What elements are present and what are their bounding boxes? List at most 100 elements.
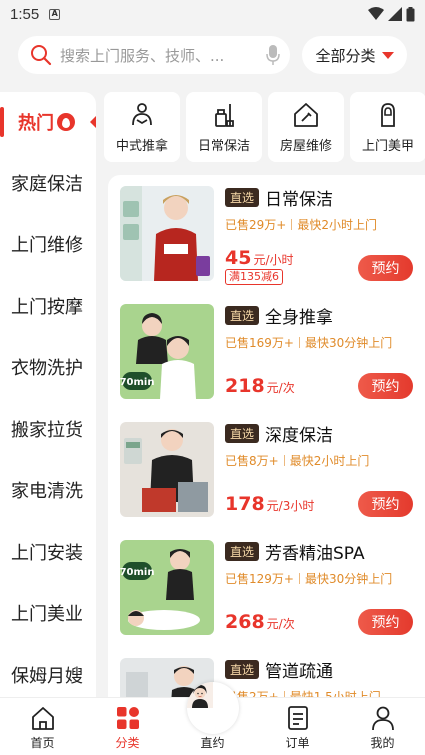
duration-badge: 70min <box>120 377 154 388</box>
service-photo: 70min <box>120 540 214 635</box>
arrival-time: 最快2小时上门 <box>289 454 370 468</box>
category-label: 日常保洁 <box>197 138 250 154</box>
microphone-icon[interactable] <box>266 44 280 66</box>
battery-icon <box>406 6 415 21</box>
category-label: 中式推拿 <box>115 138 168 154</box>
service-photo: 70min <box>120 304 214 399</box>
category-massage[interactable]: 中式推拿 <box>104 92 180 162</box>
sidebar-item-label: 热门 <box>18 113 54 134</box>
service-photo <box>120 186 214 281</box>
cleaning-icon <box>215 103 234 127</box>
price-unit: 元/次 <box>266 381 295 395</box>
sidebar-item-label: 衣物洗护 <box>11 358 83 380</box>
sidebar-item-laundry[interactable]: 衣物洗护 <box>0 337 96 399</box>
sidebar-item-label: 上门维修 <box>11 235 83 257</box>
status-icons <box>368 6 415 22</box>
category-label: 上门美甲 <box>361 138 414 154</box>
all-categories-label: 全部分类 <box>315 46 376 65</box>
category-label: 房屋维修 <box>279 138 332 154</box>
nail-icon <box>381 102 395 127</box>
arrival-time: 最快30分钟上门 <box>304 572 393 586</box>
category-nail[interactable]: 上门美甲 <box>350 92 425 162</box>
tab-orders[interactable]: 订单 <box>255 698 340 755</box>
category-house-repair[interactable]: 房屋维修 <box>268 92 344 162</box>
service-price: 268 <box>225 611 265 633</box>
service-title: 管道疏通 <box>265 662 334 682</box>
sold-count: 已售169万+ <box>225 336 294 350</box>
sidebar-item-moving[interactable]: 搬家拉货 <box>0 398 96 460</box>
service-card[interactable]: 直选 深度保洁 已售8万+ 最快2小时上门 178 元/3小时 预约 <box>108 411 425 529</box>
service-card[interactable]: 直选 日常保洁 已售29万+ 最快2小时上门 45 元/小时 满135减6 预约 <box>108 175 425 293</box>
dropdown-arrow-icon <box>381 51 394 59</box>
category-sidebar: 热门 家庭保洁 上门维修 上门按摩 衣物洗护 搬家拉货 家电清洗 上门安装 上门… <box>0 92 96 697</box>
direct-tag: 直选 <box>225 660 260 679</box>
service-title: 深度保洁 <box>265 426 334 446</box>
arrival-time: 最快30分钟上门 <box>304 336 393 350</box>
direct-tag: 直选 <box>225 424 260 443</box>
book-button[interactable]: 预约 <box>358 373 413 399</box>
tab-label: 首页 <box>30 736 55 750</box>
wifi-icon <box>368 7 384 20</box>
arrival-time: 最快2小时上门 <box>297 218 377 232</box>
direct-tag: 直选 <box>225 188 260 207</box>
tab-direct-booking[interactable]: 直约 <box>170 682 255 755</box>
sidebar-item-label: 搬家拉货 <box>11 419 83 441</box>
massage-icon <box>132 102 152 125</box>
book-button[interactable]: 预约 <box>358 609 413 635</box>
tab-label: 我的 <box>370 736 395 750</box>
price-unit: 元/小时 <box>253 253 294 267</box>
sidebar-item-label: 家电清洗 <box>11 481 83 503</box>
sidebar-item-label: 保姆月嫂 <box>11 665 83 687</box>
sidebar-item-label: 上门按摩 <box>11 296 83 318</box>
tab-label: 订单 <box>285 736 310 750</box>
sim-icon: A <box>49 8 61 20</box>
tab-label: 分类 <box>115 736 140 750</box>
book-button[interactable]: 预约 <box>358 491 413 517</box>
status-time: 1:55 <box>10 5 40 23</box>
house-repair-icon <box>294 102 318 127</box>
person-icon <box>371 706 394 731</box>
home-icon <box>31 707 54 730</box>
duration-badge: 70min <box>120 567 154 578</box>
service-card[interactable]: 70min 直选 全身推拿 已售169万+ 最快30分钟上门 218 元/次 预… <box>108 293 425 411</box>
arrival-time: 最快1.5小时上门 <box>289 690 381 697</box>
service-title: 全身推拿 <box>265 308 334 328</box>
sidebar-item-appliance-cleaning[interactable]: 家电清洗 <box>0 460 96 522</box>
all-categories-button[interactable]: 全部分类 <box>302 36 407 74</box>
sold-count: 已售8万+ <box>225 454 279 468</box>
search-placeholder: 搜索上门服务、技师、... <box>60 46 225 65</box>
sidebar-item-repair[interactable]: 上门维修 <box>0 214 96 276</box>
category-cleaning[interactable]: 日常保洁 <box>186 92 262 162</box>
assistant-avatar <box>186 682 239 734</box>
sidebar-item-hot[interactable]: 热门 <box>0 92 96 152</box>
search-input[interactable]: 搜索上门服务、技师、... <box>18 36 290 74</box>
service-card[interactable]: 70min 直选 芳香精油SPA 已售129万+ 最快30分钟上门 268 元/… <box>108 529 425 647</box>
sidebar-item-nanny[interactable]: 保姆月嫂 <box>0 644 96 697</box>
signal-icon <box>388 7 402 21</box>
tab-home[interactable]: 首页 <box>0 698 85 755</box>
service-price: 178 <box>225 493 265 515</box>
sidebar-item-installation[interactable]: 上门安装 <box>0 521 96 583</box>
sidebar-item-beauty[interactable]: 上门美业 <box>0 583 96 645</box>
orders-icon <box>287 706 308 730</box>
sold-count: 已售29万+ <box>225 218 287 232</box>
price-unit: 元/次 <box>266 617 295 631</box>
search-icon <box>31 45 52 66</box>
tab-category[interactable]: 分类 <box>85 698 170 755</box>
sidebar-item-label: 家庭保洁 <box>11 173 83 195</box>
tab-profile[interactable]: 我的 <box>340 698 425 755</box>
sidebar-item-massage[interactable]: 上门按摩 <box>0 275 96 337</box>
service-price: 218 <box>225 375 265 397</box>
tab-label: 直约 <box>200 736 225 750</box>
book-button[interactable]: 预约 <box>358 255 413 281</box>
bottom-tab-bar: 首页 分类 直约 订单 我的 <box>0 682 425 755</box>
service-photo <box>120 422 214 517</box>
service-card[interactable]: 直选 管道疏通 已售2万+ 最快1.5小时上门 <box>108 647 425 697</box>
sidebar-item-label: 上门安装 <box>11 542 83 564</box>
direct-tag: 直选 <box>225 306 260 325</box>
price-unit: 元/3小时 <box>266 499 315 513</box>
promo-badge: 满135减6 <box>225 269 283 285</box>
status-bar: 1:55 A <box>0 0 425 28</box>
flame-icon <box>57 113 75 131</box>
sidebar-item-home-cleaning[interactable]: 家庭保洁 <box>0 152 96 214</box>
